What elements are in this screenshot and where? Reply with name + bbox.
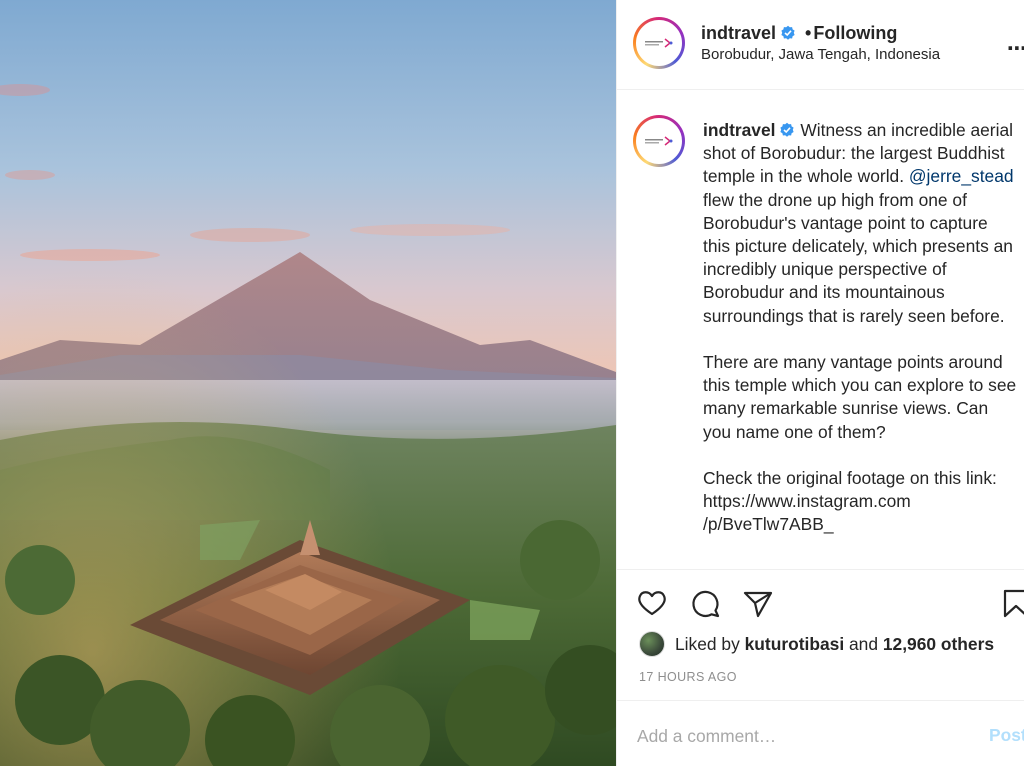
- caption-paragraph-2: There are many vantage points around thi…: [703, 352, 1017, 442]
- heart-icon[interactable]: [635, 586, 669, 620]
- likes-prefix: Liked by: [675, 633, 740, 654]
- location-link[interactable]: Borobudur, Jawa Tengah, Indonesia: [701, 46, 940, 63]
- likes-count[interactable]: 12,960 others: [883, 634, 994, 655]
- indtravel-logo-icon: [645, 136, 673, 146]
- footage-link-1: https://www.instagram.com: [703, 491, 911, 512]
- mention-link[interactable]: @jerre_stead: [909, 166, 1014, 186]
- caption-avatar[interactable]: [633, 115, 685, 167]
- share-icon[interactable]: [741, 586, 775, 620]
- indtravel-logo-icon: [645, 38, 673, 48]
- likes-summary: Liked by kuturotibasi and 12,960 others: [639, 630, 994, 658]
- caption-paragraph-3: Check the original footage on this link:: [703, 468, 997, 489]
- following-button[interactable]: Following: [813, 23, 897, 43]
- post-actions: [617, 580, 1024, 624]
- post-timestamp[interactable]: 17 HOURS AGO: [639, 670, 737, 684]
- post-details-panel: indtravel • Following Borobudur, Jawa Ten…: [616, 0, 1024, 766]
- footage-link-2: /p/BveTlw7ABB_: [703, 514, 834, 535]
- caption-text: indtravel Witness an incredible aerial s…: [703, 119, 1019, 560]
- verified-badge-icon: [781, 25, 795, 40]
- comment-input[interactable]: [637, 721, 967, 751]
- profile-avatar[interactable]: [633, 17, 685, 69]
- post-header: indtravel • Following Borobudur, Jawa Ten…: [617, 0, 1024, 90]
- caption-section: indtravel Witness an incredible aerial s…: [617, 91, 1024, 570]
- header-username[interactable]: indtravel: [701, 23, 776, 43]
- liker-avatar[interactable]: [639, 631, 665, 657]
- more-options-icon[interactable]: ⋯: [1007, 36, 1024, 61]
- bookmark-icon[interactable]: [999, 586, 1024, 620]
- comment-icon[interactable]: [689, 586, 723, 620]
- header-separator: •: [805, 23, 812, 43]
- likes-conjunction: and: [849, 633, 879, 654]
- caption-username[interactable]: indtravel: [703, 120, 775, 140]
- verified-badge-icon: [780, 122, 795, 137]
- borobudur-photo: [0, 0, 616, 766]
- caption-body-2: flew the drone up high from one of Borob…: [703, 189, 1013, 326]
- comment-bar: Post: [617, 700, 1024, 766]
- post-image[interactable]: [0, 0, 616, 766]
- post-comment-button[interactable]: Post: [989, 725, 1024, 746]
- liker-username[interactable]: kuturotibasi: [745, 634, 845, 655]
